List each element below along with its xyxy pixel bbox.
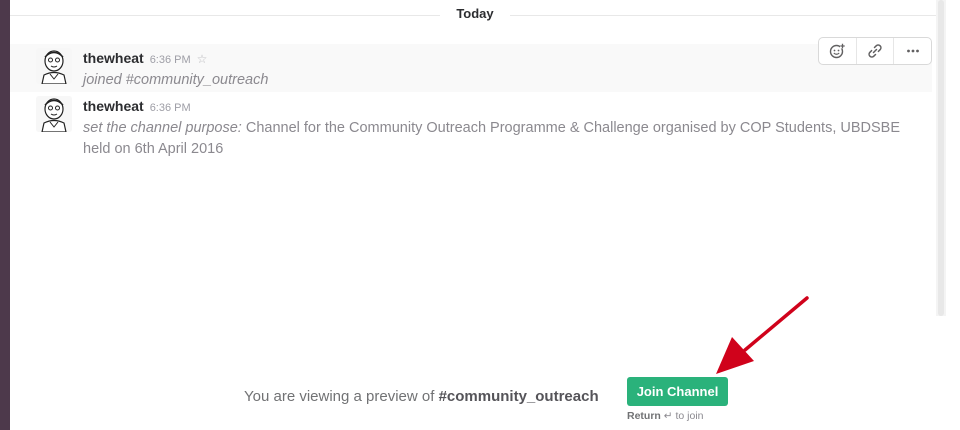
divider-rule	[510, 15, 936, 16]
join-channel-button[interactable]: Join Channel	[627, 377, 728, 406]
sender-name[interactable]: thewheat	[83, 98, 144, 114]
purpose-label: set the channel purpose:	[83, 120, 242, 136]
message-body: joined #community_outreach	[83, 70, 913, 91]
message-body: set the channel purpose: Channel for the…	[83, 118, 913, 160]
join-hint: Return ↵ to join	[627, 410, 704, 422]
timestamp[interactable]: 6:36 PM	[150, 54, 191, 66]
channel-name[interactable]: #community_outreach	[439, 388, 599, 405]
message-header: thewheat 6:36 PM ☆	[83, 50, 207, 68]
scrollbar-thumb[interactable]	[938, 0, 944, 316]
hint-text: to join	[675, 410, 704, 422]
sender-name[interactable]: thewheat	[83, 50, 144, 66]
star-icon[interactable]: ☆	[197, 52, 208, 66]
message-item[interactable]: thewheat 6:36 PM set the channel purpose:…	[10, 92, 932, 162]
divider-rule	[10, 15, 440, 16]
timestamp[interactable]: 6:36 PM	[150, 102, 191, 114]
avatar[interactable]	[36, 96, 72, 132]
preview-text: You are viewing a preview of	[244, 388, 435, 405]
avatar[interactable]	[36, 48, 72, 84]
message-item[interactable]: thewheat 6:36 PM ☆ joined #community_outre…	[10, 44, 932, 92]
day-divider: Today	[10, 0, 936, 30]
link-icon[interactable]	[857, 38, 895, 64]
message-header: thewheat 6:36 PM	[83, 98, 191, 116]
day-divider-label: Today	[456, 6, 494, 21]
hint-key: Return	[627, 410, 661, 422]
message-actions-toolbar	[818, 37, 932, 65]
return-icon: ↵	[663, 410, 673, 422]
sidebar-edge	[0, 0, 10, 430]
join-notice: joined #community_outreach	[83, 72, 269, 88]
channel-preview-bar: You are viewing a preview of #community_…	[10, 370, 936, 430]
add-reaction-icon[interactable]	[819, 38, 857, 64]
more-icon[interactable]	[894, 38, 931, 64]
preview-notice: You are viewing a preview of #community_…	[244, 388, 599, 405]
